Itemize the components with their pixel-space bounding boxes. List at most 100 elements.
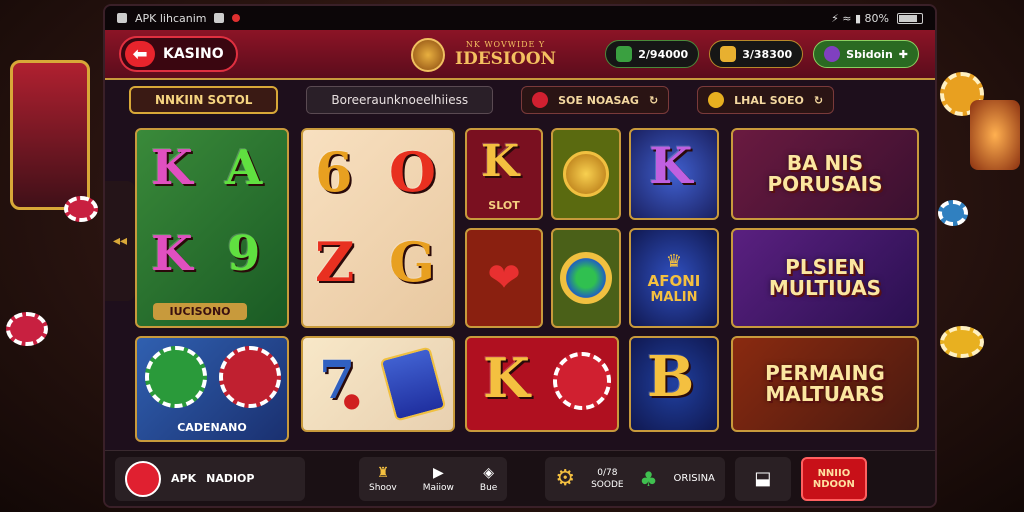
game-tile-beige[interactable]: 6 O Z G — [301, 128, 455, 328]
banner-3-line1: PERMAING — [765, 361, 885, 385]
battery-icon — [897, 12, 923, 24]
heart-emblem-icon: ❤ — [487, 255, 521, 301]
symbol-a-icon: A — [225, 140, 263, 196]
game-grid: K A K 9 IUCISONO 6 O Z G K SLOT K ❤ ♛ AF… — [105, 124, 935, 454]
balance-gold-pill[interactable]: 3/38300 — [709, 40, 804, 68]
chest-icon: ⬓ — [754, 468, 772, 489]
game-tile-b[interactable]: B — [629, 336, 719, 432]
back-label: KASINO — [163, 46, 224, 62]
symbol-z-icon: Z — [315, 230, 355, 294]
game-tile-afoni[interactable]: ♛ AFONI MALIN — [629, 228, 719, 328]
nav-group: ♜ Shoov ▶ Maiiow ◈ Bue — [359, 456, 508, 501]
tab-active[interactable]: NNKIIN SOTOL — [129, 86, 279, 114]
orisina-label[interactable]: ORISINA — [674, 473, 715, 484]
apk-label: APK — [171, 472, 197, 485]
tile-caption: SLOT — [488, 199, 520, 212]
symbol-g-icon: G — [389, 230, 436, 294]
game-tile-seven[interactable]: 7 ● — [301, 336, 455, 432]
game-tile-slot[interactable]: K SLOT — [465, 128, 543, 220]
promo-banner-3[interactable]: PERMAING MALTUARS — [731, 336, 919, 432]
poker-chip-icon — [219, 346, 281, 408]
game-tile-chips[interactable]: CADENANO — [135, 336, 289, 442]
nav-shop[interactable]: ♜ Shoov — [369, 465, 397, 493]
afoni-line1: AFONI — [647, 272, 701, 290]
filter-left-dropdown[interactable]: SOE NOASAG ↻ — [521, 86, 670, 114]
game-tile-blue-k[interactable]: K — [629, 128, 719, 220]
poker-chip-decor — [940, 326, 984, 358]
balance-green-pill[interactable]: 2/94000 — [605, 40, 700, 68]
symbol-o-icon: O — [389, 140, 437, 204]
notification-icon — [214, 13, 225, 23]
ruby-icon — [532, 92, 549, 108]
nav-bue[interactable]: ◈ Bue — [480, 465, 497, 493]
refresh-icon: ↻ — [813, 93, 824, 107]
flash-logo-icon — [125, 460, 161, 497]
crown-icon: ♛ — [665, 251, 683, 272]
game-tile-red-k[interactable]: K — [465, 336, 619, 432]
coin-icon — [708, 92, 725, 108]
tile-caption: CADENANO — [177, 421, 247, 434]
game-tile-heart[interactable]: ❤ — [465, 228, 543, 328]
shop-label: Sbidoin — [846, 47, 893, 61]
filter-bar: NNKIIN SOTOL Boreeraunknoeelhiiess SOE N… — [105, 80, 935, 120]
play-icon: ▶ — [432, 464, 444, 481]
slot-machine-decor — [10, 60, 90, 210]
status-app-label: APK lihcanim — [135, 11, 207, 25]
shop-button[interactable]: Sbidoin ✚ — [813, 40, 919, 68]
gem-icon — [824, 46, 841, 62]
banner-3-line2: MALTUARS — [765, 382, 885, 406]
symbol-9-icon: 9 — [227, 226, 261, 282]
poker-chip-decor — [938, 200, 968, 226]
cta-button[interactable]: NNIIO NDOON — [800, 456, 867, 501]
chest-button[interactable]: ⬓ — [734, 456, 791, 501]
symbol-k-icon: K — [151, 226, 193, 282]
wild-symbol-icon — [379, 346, 447, 422]
stats-1: 0/78 — [597, 467, 618, 478]
app-logo: NK WOVWIDE Y IDESIOON — [411, 38, 556, 72]
promo-banner-1[interactable]: BA NIS PORUSAIS — [731, 128, 919, 220]
poker-chip-icon — [145, 346, 207, 408]
symbol-6-icon: 6 — [315, 140, 353, 204]
profile-group[interactable]: APK NADIOP — [115, 456, 305, 501]
coin-icon — [563, 151, 609, 197]
back-button[interactable]: ⬅ KASINO — [119, 36, 238, 72]
gold-bar-icon — [720, 46, 737, 62]
shop-icon: ♜ — [376, 464, 390, 481]
app-icon — [117, 13, 127, 23]
game-tile-coin[interactable] — [551, 128, 621, 220]
record-icon — [232, 14, 241, 22]
poker-chip-decor — [6, 312, 48, 346]
mascot-icon[interactable]: ♣ — [640, 467, 658, 491]
nav-play[interactable]: ▶ Maiiow — [423, 465, 454, 493]
balance-gold-value: 3/38300 — [742, 47, 793, 61]
arrow-left-icon: ⬅ — [125, 41, 155, 67]
stats-2: SOODE — [591, 479, 624, 490]
nav-bue-label: Bue — [479, 482, 498, 493]
poker-chip-icon — [553, 352, 611, 410]
game-tile-wheel[interactable] — [551, 228, 621, 328]
search-field[interactable]: Boreeraunknoeelhiiess — [306, 86, 494, 114]
bottom-bar: APK NADIOP ♜ Shoov ▶ Maiiow ◈ Bue ⚙ 0/78… — [105, 450, 935, 506]
crest-icon — [411, 38, 445, 72]
nadiop-label: NADIOP — [206, 472, 255, 485]
logo-title: IDESIOON — [455, 49, 557, 70]
gear-icon[interactable]: ⚙ — [555, 466, 575, 491]
symbol-k-icon: K — [483, 346, 530, 410]
filter-right-dropdown[interactable]: LHAL SOEO ↻ — [697, 86, 835, 114]
game-tile-green[interactable]: K A K 9 IUCISONO — [135, 128, 289, 328]
cherry-icon: ● — [343, 388, 361, 412]
promo-banner-2[interactable]: PLSIEN MULTIUAS — [731, 228, 919, 328]
banner-2-line2: MULTIUAS — [768, 276, 882, 300]
cash-icon — [616, 46, 633, 62]
balance-green-value: 2/94000 — [638, 47, 689, 61]
tile-caption: IUCISONO — [153, 303, 247, 320]
stats-readout: 0/78 SOODE — [591, 468, 624, 490]
poker-chip-decor — [64, 196, 98, 222]
filter-right-label: LHAL SOEO — [734, 93, 804, 107]
banner-1-line1: BA NIS — [786, 151, 864, 175]
symbol-k-icon: K — [481, 136, 520, 187]
filter-left-label: SOE NOASAG — [558, 93, 639, 107]
symbol-k-icon: K — [151, 140, 193, 196]
nav-play-label: Maiiow — [422, 482, 454, 493]
symbol-k-icon: K — [649, 136, 693, 195]
